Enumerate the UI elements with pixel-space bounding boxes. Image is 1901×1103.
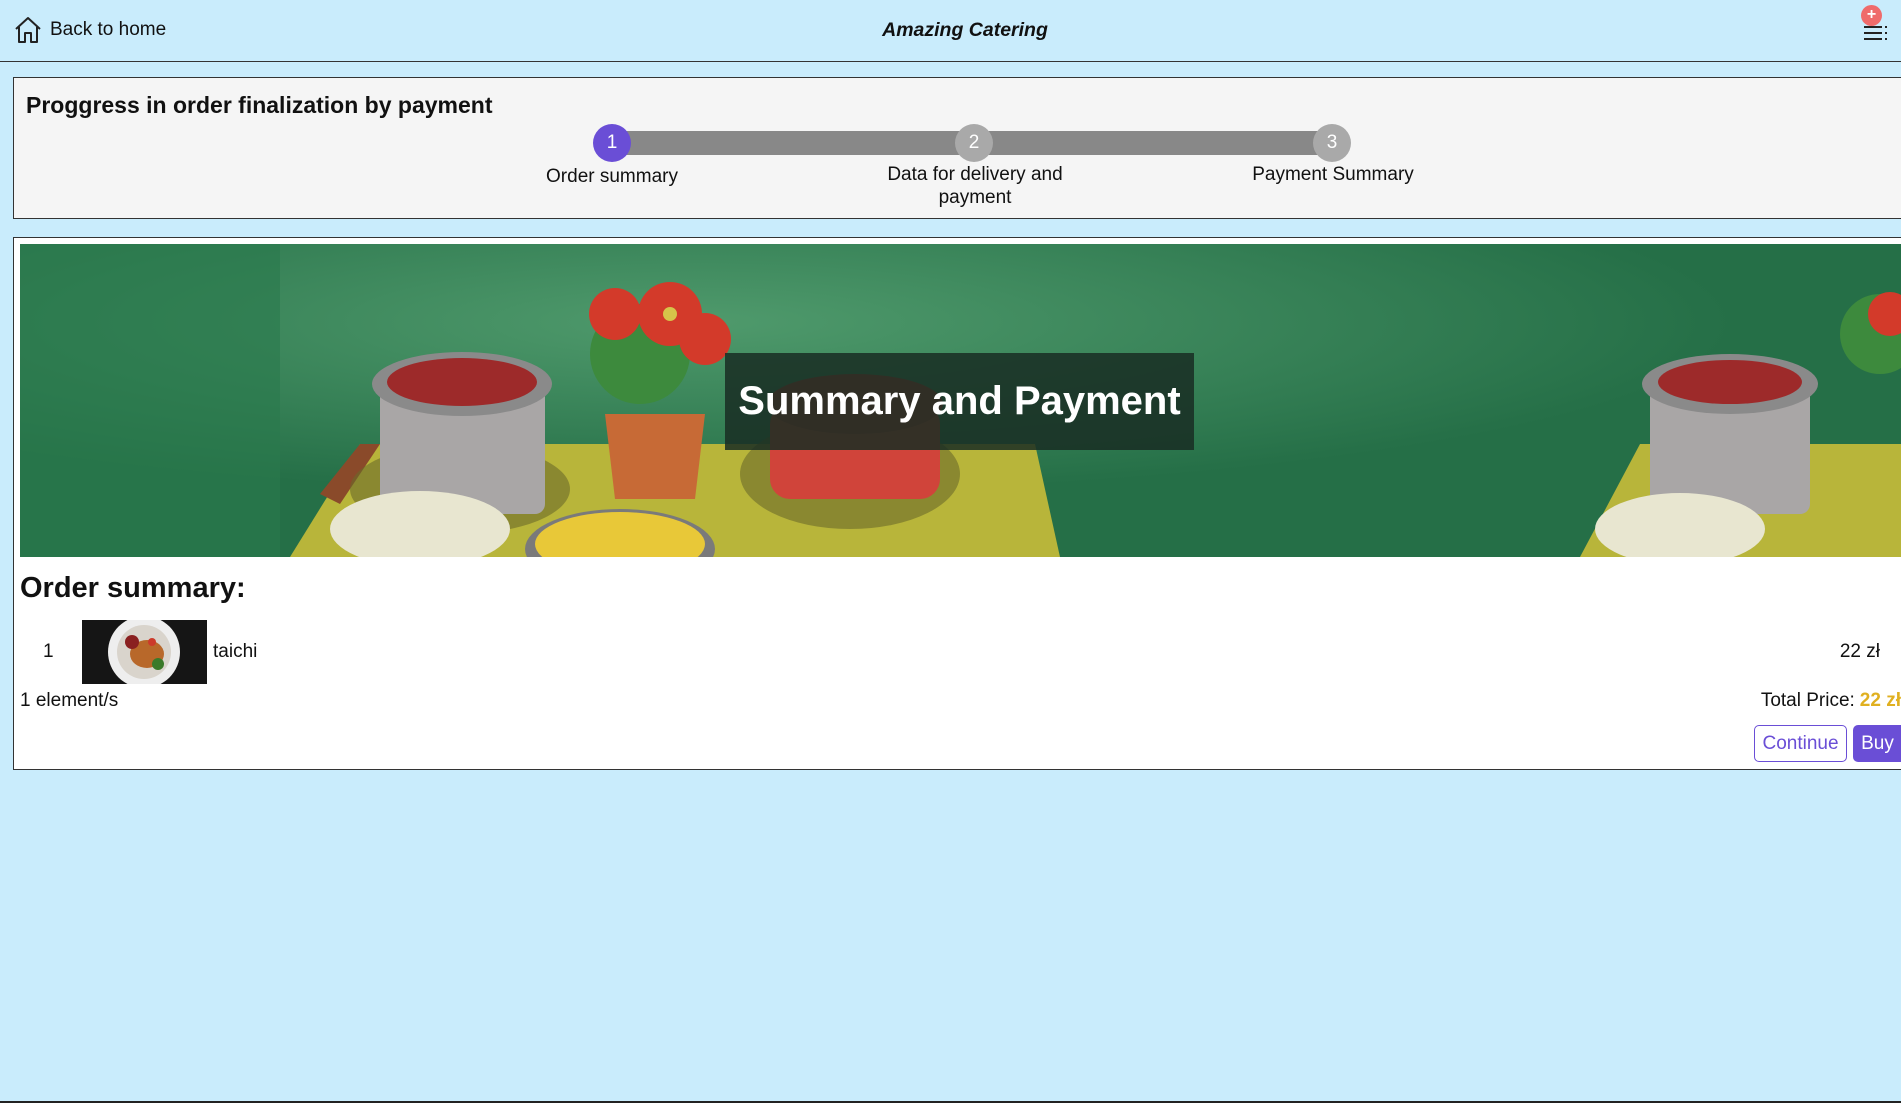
- step-3-label: Payment Summary: [1252, 164, 1414, 185]
- item-thumbnail: [82, 620, 207, 684]
- item-name: taichi: [213, 641, 258, 662]
- step-3-indicator: 3: [1313, 124, 1351, 162]
- progress-title: Proggress in order finalization by payme…: [26, 92, 493, 118]
- app-title: Amazing Catering: [882, 19, 1048, 41]
- step-1-indicator: 1: [593, 124, 631, 162]
- step-2-indicator: 2: [955, 124, 993, 162]
- order-progress-panel: Proggress in order finalization by payme…: [13, 77, 1901, 219]
- order-item-row: 1 taichi 22 zł: [20, 620, 1901, 684]
- order-summary-card: Summary and Payment Order summary: 1 tai…: [13, 237, 1901, 770]
- notification-badge: +: [1861, 5, 1882, 26]
- banner-image: Summary and Payment: [20, 244, 1901, 557]
- order-summary-heading: Order summary:: [20, 572, 246, 604]
- buy-button[interactable]: Buy: [1853, 725, 1901, 762]
- step-1-label: Order summary: [546, 166, 678, 187]
- top-bar: Back to home Amazing Catering +: [0, 0, 1901, 62]
- item-index: 1: [43, 641, 54, 662]
- total-price: Total Price: 22 zł: [1761, 690, 1901, 712]
- step-2-label: Data for delivery and payment: [887, 164, 1063, 208]
- total-price-value: 22 zł: [1859, 690, 1901, 711]
- total-price-label: Total Price:: [1760, 690, 1855, 711]
- item-count: 1 element/s: [20, 690, 119, 711]
- banner-title: Summary and Payment: [725, 353, 1194, 450]
- item-price: 22 zł: [1839, 641, 1880, 662]
- continue-button[interactable]: Continue: [1754, 725, 1847, 762]
